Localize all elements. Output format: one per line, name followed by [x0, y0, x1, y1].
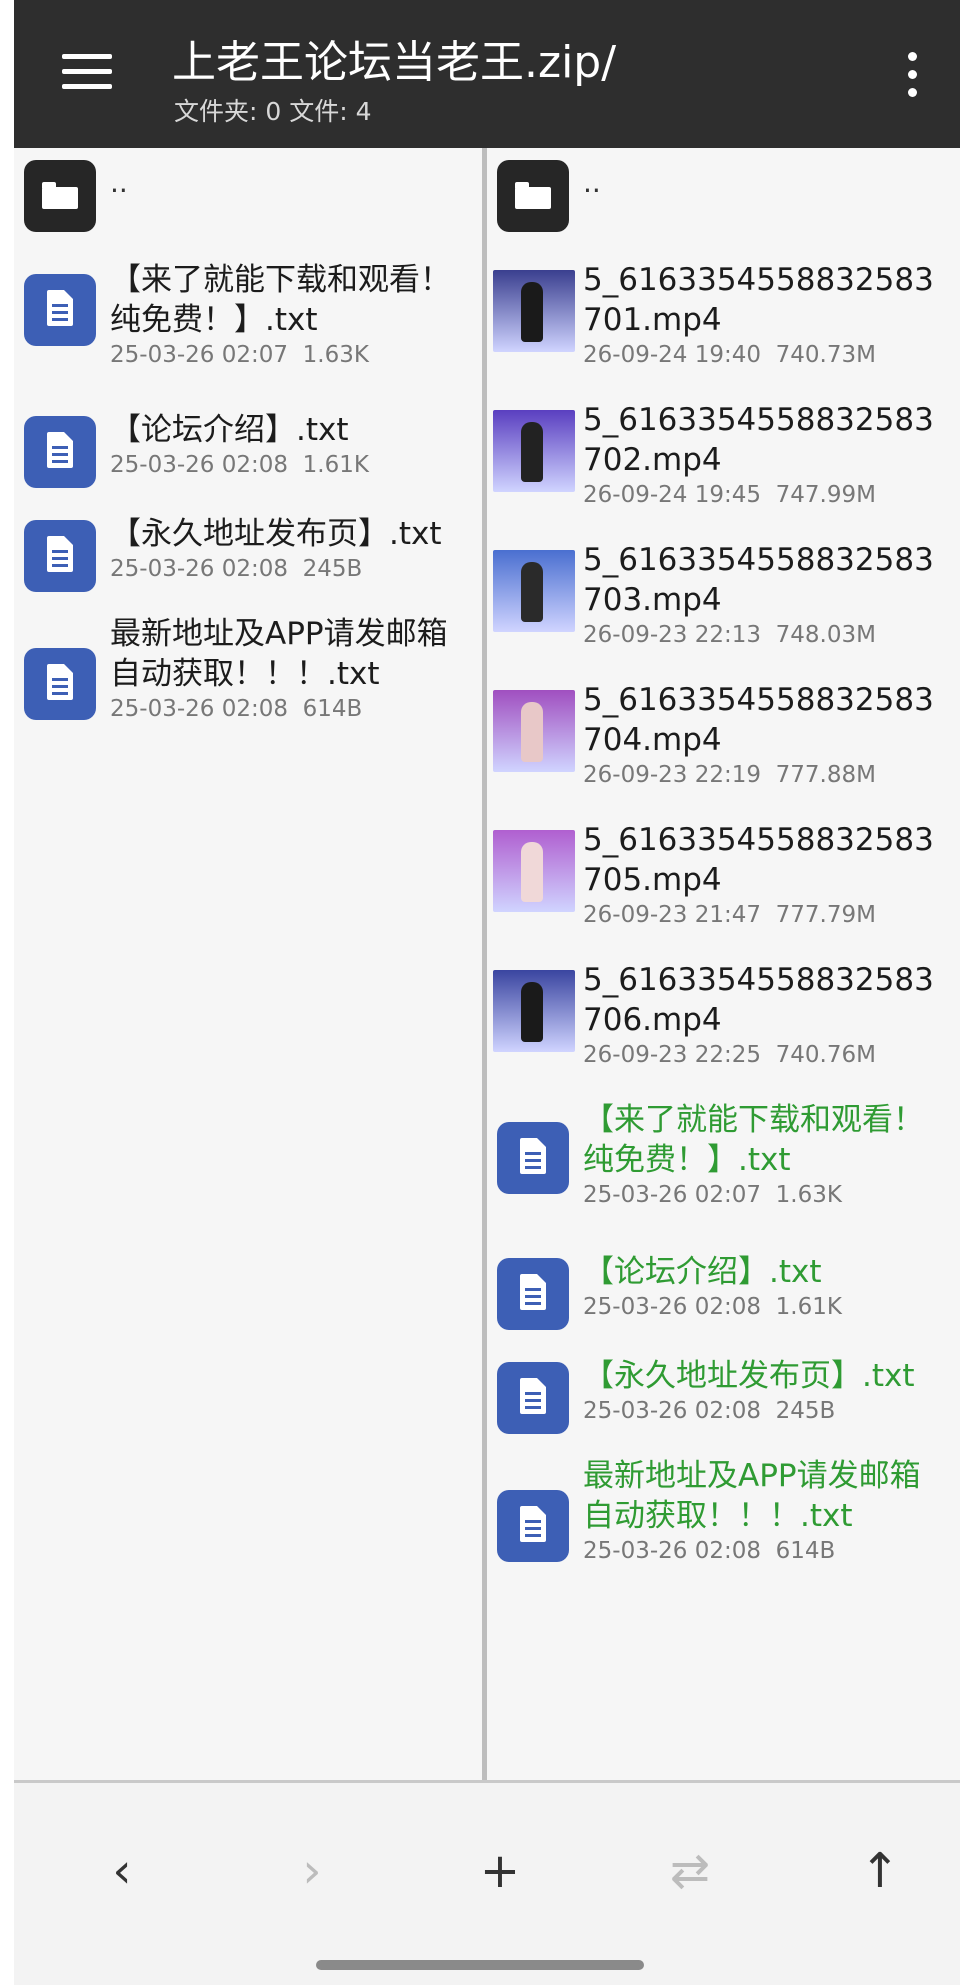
screen: 上老王论坛当老王.zip/ 文件夹: 0 文件: 4 .. 【来了就能下载和观看… — [0, 0, 960, 1985]
up-directory-icon[interactable]: ↑ — [840, 1843, 920, 1899]
list-item[interactable]: 【论坛介绍】.txt 25-03-26 02:08 1.61K — [487, 1252, 960, 1342]
list-item[interactable]: 5_6163354558832583 704.mp4 26-09-23 22:19… — [487, 680, 960, 790]
file-name: 5_6163354558832583 704.mp4 — [583, 682, 934, 758]
file-manager-app: 上老王论坛当老王.zip/ 文件夹: 0 文件: 4 .. 【来了就能下载和观看… — [14, 0, 960, 1985]
parent-folder-row[interactable]: .. — [14, 160, 482, 240]
document-icon — [497, 1490, 569, 1562]
video-thumbnail — [493, 690, 575, 772]
left-pane[interactable]: .. 【来了就能下载和观看！ 纯免费！】.txt 25-03-26 02:07 1… — [14, 148, 482, 1780]
add-icon[interactable]: + — [460, 1843, 540, 1899]
video-thumbnail — [493, 550, 575, 632]
parent-folder-row[interactable]: .. — [487, 160, 960, 240]
video-thumbnail — [493, 270, 575, 352]
right-pane[interactable]: .. 5_6163354558832583 701.mp4 26-09-24 19… — [487, 148, 960, 1780]
parent-folder-label: .. — [583, 166, 601, 199]
file-meta: 26-09-24 19:40 740.73M — [583, 342, 876, 368]
menu-icon[interactable] — [62, 52, 112, 92]
home-indicator[interactable] — [316, 1960, 644, 1970]
video-thumbnail — [493, 830, 575, 912]
file-name: 【论坛介绍】.txt — [583, 1254, 822, 1290]
file-meta: 25-03-26 02:08 1.61K — [583, 1294, 842, 1320]
list-item[interactable]: 5_6163354558832583 702.mp4 26-09-24 19:45… — [487, 400, 960, 510]
list-item[interactable]: 5_6163354558832583 706.mp4 26-09-23 22:25… — [487, 960, 960, 1070]
forward-icon[interactable]: › — [272, 1843, 352, 1899]
list-item[interactable]: 【永久地址发布页】.txt 25-03-26 02:08 245B — [14, 514, 482, 604]
list-item[interactable]: 5_6163354558832583 703.mp4 26-09-23 22:13… — [487, 540, 960, 650]
file-name: 【永久地址发布页】.txt — [110, 516, 442, 552]
list-item[interactable]: 最新地址及APP请发邮箱 自动获取！！！.txt 25-03-26 02:08 6… — [14, 614, 482, 734]
file-meta: 26-09-24 19:45 747.99M — [583, 482, 876, 508]
parent-folder-label: .. — [110, 166, 128, 199]
folder-file-count: 文件夹: 0 文件: 4 — [174, 97, 372, 126]
file-name: 5_6163354558832583 703.mp4 — [583, 542, 934, 618]
list-item[interactable]: 【论坛介绍】.txt 25-03-26 02:08 1.61K — [14, 410, 482, 500]
file-meta: 25-03-26 02:08 1.61K — [110, 452, 369, 478]
more-options-icon[interactable] — [904, 52, 920, 100]
document-icon — [24, 648, 96, 720]
file-name: 【来了就能下载和观看！ 纯免费！】.txt — [583, 1102, 924, 1178]
file-name: 5_6163354558832583 702.mp4 — [583, 402, 934, 478]
file-meta: 26-09-23 22:19 777.88M — [583, 762, 876, 788]
file-name: 【论坛介绍】.txt — [110, 412, 349, 448]
document-icon — [497, 1258, 569, 1330]
video-thumbnail — [493, 970, 575, 1052]
document-icon — [24, 274, 96, 346]
file-name: 最新地址及APP请发邮箱 自动获取！！！.txt — [110, 616, 448, 692]
list-item[interactable]: 5_6163354558832583 701.mp4 26-09-24 19:40… — [487, 260, 960, 370]
file-name: 最新地址及APP请发邮箱 自动获取！！！.txt — [583, 1458, 921, 1534]
file-name: 5_6163354558832583 706.mp4 — [583, 962, 934, 1038]
folder-icon — [24, 160, 96, 232]
file-meta: 25-03-26 02:07 1.63K — [583, 1182, 842, 1208]
bottom-toolbar: ‹ › + ⇄ ↑ — [14, 1783, 960, 1985]
document-icon — [497, 1362, 569, 1434]
document-icon — [24, 520, 96, 592]
back-icon[interactable]: ‹ — [82, 1843, 162, 1899]
list-item[interactable]: 【永久地址发布页】.txt 25-03-26 02:08 245B — [487, 1356, 960, 1446]
video-thumbnail — [493, 410, 575, 492]
file-meta: 26-09-23 22:13 748.03M — [583, 622, 876, 648]
folder-icon — [497, 160, 569, 232]
list-item[interactable]: 最新地址及APP请发邮箱 自动获取！！！.txt 25-03-26 02:08 6… — [487, 1456, 960, 1576]
file-meta: 25-03-26 02:07 1.63K — [110, 342, 369, 368]
file-meta: 25-03-26 02:08 614B — [110, 696, 363, 722]
file-meta: 25-03-26 02:08 245B — [583, 1398, 836, 1424]
file-name: 【来了就能下载和观看！ 纯免费！】.txt — [110, 262, 451, 338]
swap-panes-icon[interactable]: ⇄ — [650, 1843, 730, 1899]
file-meta: 26-09-23 22:25 740.76M — [583, 1042, 876, 1068]
file-meta: 26-09-23 21:47 777.79M — [583, 902, 876, 928]
file-meta: 25-03-26 02:08 614B — [583, 1538, 836, 1564]
file-meta: 25-03-26 02:08 245B — [110, 556, 363, 582]
page-title: 上老王论坛当老王.zip/ — [172, 37, 617, 88]
list-item[interactable]: 5_6163354558832583 705.mp4 26-09-23 21:47… — [487, 820, 960, 930]
list-item[interactable]: 【来了就能下载和观看！ 纯免费！】.txt 25-03-26 02:07 1.63… — [487, 1100, 960, 1210]
file-name: 5_6163354558832583 701.mp4 — [583, 262, 934, 338]
file-name: 【永久地址发布页】.txt — [583, 1358, 915, 1394]
file-name: 5_6163354558832583 705.mp4 — [583, 822, 934, 898]
app-bar: 上老王论坛当老王.zip/ 文件夹: 0 文件: 4 — [14, 0, 960, 148]
document-icon — [497, 1122, 569, 1194]
list-item[interactable]: 【来了就能下载和观看！ 纯免费！】.txt 25-03-26 02:07 1.63… — [14, 260, 482, 368]
document-icon — [24, 416, 96, 488]
